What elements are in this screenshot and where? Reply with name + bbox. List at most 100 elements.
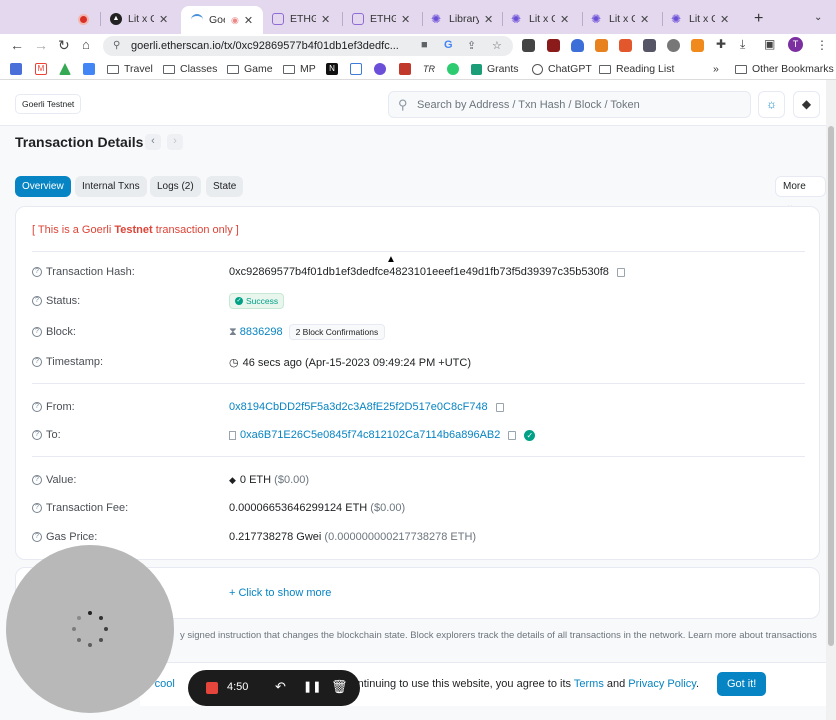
extension-orange-icon[interactable] [619,39,632,52]
tab-lit-x-goerli-4[interactable]: ✺ Lit x Go ✕ [671,8,729,30]
close-icon[interactable]: ✕ [159,13,168,26]
bookmark-camera-icon[interactable] [399,63,411,75]
share-icon[interactable]: ⇪ [467,39,476,52]
bookmark-purple-icon[interactable] [374,63,386,75]
gmail-icon[interactable]: M [35,63,47,75]
tab-lit-x-goerli-2[interactable]: ✺ Lit x Go ✕ [511,8,569,30]
search-input[interactable]: ⚲ Search by Address / Txn Hash / Block /… [388,91,751,118]
extension-gray-icon[interactable] [667,39,680,52]
help-icon[interactable]: ? [32,532,42,542]
calendar-icon[interactable] [83,63,95,75]
more-bookmarks-button[interactable]: » [713,63,719,75]
tab-lit-x-goerli-1[interactable]: ▲ Lit x Go ✕ [110,8,168,30]
address-bar[interactable]: ⚲ goerli.etherscan.io/tx/0xc92869577b4f0… [103,36,513,56]
profile-avatar[interactable]: T [788,37,803,52]
close-icon[interactable]: ✕ [244,14,253,27]
privacy-policy-link[interactable]: Privacy Policy [628,678,696,690]
camera-icon[interactable]: ■ [421,39,428,51]
chevron-down-icon[interactable]: ⌄ [814,12,822,23]
bookmark-m-icon[interactable] [350,63,362,75]
close-icon[interactable]: ✕ [321,13,330,26]
extension-flame-icon[interactable] [691,39,704,52]
home-icon[interactable]: ⌂ [82,37,90,52]
network-badge[interactable]: Goerli Testnet [15,94,82,114]
close-icon[interactable]: ✕ [401,13,410,26]
apps-icon[interactable] [10,63,22,75]
help-icon[interactable]: ? [32,357,42,367]
extension-shield-icon[interactable] [571,39,584,52]
copy-icon[interactable] [616,267,625,277]
puzzle-icon[interactable]: ✚ [716,37,726,51]
bookmark-other[interactable]: Other Bookmarks [735,63,834,75]
tab-library[interactable]: ✺ Library ✕ [431,8,493,30]
extension-badge-icon[interactable] [643,39,656,52]
help-icon[interactable]: ? [32,267,42,277]
new-tab-icon[interactable]: + [754,10,763,28]
tab-ethglobal-2[interactable]: ETHGlo ✕ [352,8,410,30]
sidepanel-icon[interactable]: ▣ [764,37,775,51]
url-text[interactable]: goerli.etherscan.io/tx/0xc92869577b4f01d… [131,40,399,52]
close-icon[interactable]: ✕ [720,13,729,26]
tab-goerli-active[interactable]: Goerli ◉ ✕ [181,6,263,34]
next-tx-button[interactable]: › [167,134,183,150]
bookmark-reading-list[interactable]: Reading List [599,63,674,75]
reload-icon[interactable]: ↻ [58,37,70,54]
extension-terminal-icon[interactable] [522,39,535,52]
bookmark-mp[interactable]: MP [283,63,316,75]
bookmark-green-icon[interactable] [447,63,459,75]
forward-icon[interactable]: → [34,37,48,53]
tab-ethglobal-1[interactable]: ETHGlo ✕ [272,8,330,30]
extension-red-icon[interactable] [547,39,560,52]
terms-link[interactable]: Terms [574,678,604,690]
page-scrollbar[interactable] [826,80,836,720]
help-icon[interactable]: ? [32,503,42,513]
trash-icon[interactable]: 🗑 [331,679,348,695]
close-icon[interactable]: ✕ [560,13,569,26]
stop-recording-button[interactable] [206,682,218,694]
pause-icon[interactable]: ❚❚ [303,680,321,693]
webcam-bubble[interactable] [6,545,174,713]
more-button[interactable]: More ⌄ [775,176,826,210]
tab-internal-txns[interactable]: Internal Txns [75,176,147,197]
bookmark-star-icon[interactable]: ☆ [492,39,502,52]
download-icon[interactable]: ⤓ [740,37,745,52]
metamask-icon[interactable] [595,39,608,52]
help-icon[interactable]: ? [32,296,42,306]
bookmark-chatgpt[interactable]: ChatGPT [532,63,592,75]
tab-recording[interactable] [78,8,95,30]
got-it-button[interactable]: Got it! [717,672,767,696]
help-icon[interactable]: ? [32,430,42,440]
tab-overview[interactable]: Overview [15,176,71,197]
scrollbar-thumb[interactable] [828,126,834,646]
network-switch-button[interactable]: ◆ [793,91,820,118]
drive-icon[interactable] [59,63,71,75]
to-address-link[interactable]: 0xa6B71E26C5e0845f74c812102Ca7114b6a896A… [240,429,500,441]
block-link[interactable]: 8836298 [240,326,283,338]
close-icon[interactable]: ✕ [640,13,649,26]
undo-icon[interactable]: ↶ [275,679,286,695]
value-label: ? Value: [32,474,76,486]
help-icon[interactable]: ? [32,327,42,337]
tab-logs[interactable]: Logs (2) [150,176,201,197]
bookmark-tr-icon[interactable]: TR [423,63,435,75]
copy-icon[interactable] [508,430,517,440]
site-info-icon[interactable]: ⚲ [113,40,120,51]
copy-icon[interactable] [495,402,504,412]
bookmark-game[interactable]: Game [227,63,273,75]
menu-kebab-icon[interactable]: ⋮ [816,38,828,52]
help-icon[interactable]: ? [32,402,42,412]
tab-state[interactable]: State [206,176,244,197]
notion-icon[interactable]: N [326,63,338,75]
close-icon[interactable]: ✕ [484,13,493,26]
theme-toggle-button[interactable]: ☼ [758,91,785,118]
prev-tx-button[interactable]: ‹ [145,134,161,150]
bookmark-classes[interactable]: Classes [163,63,217,75]
google-lens-icon[interactable]: G [444,39,453,51]
from-address-link[interactable]: 0x8194CbDD2f5F5a3d2c3A8fE25f2D517e0C8cF7… [229,401,488,413]
back-icon[interactable]: ← [10,37,24,53]
bookmark-grants[interactable]: Grants [471,63,519,75]
bookmark-travel[interactable]: Travel [107,63,153,75]
show-more-link[interactable]: + Click to show more [229,587,331,599]
help-icon[interactable]: ? [32,475,42,485]
tab-lit-x-goerli-3[interactable]: ✺ Lit x Go ✕ [591,8,649,30]
